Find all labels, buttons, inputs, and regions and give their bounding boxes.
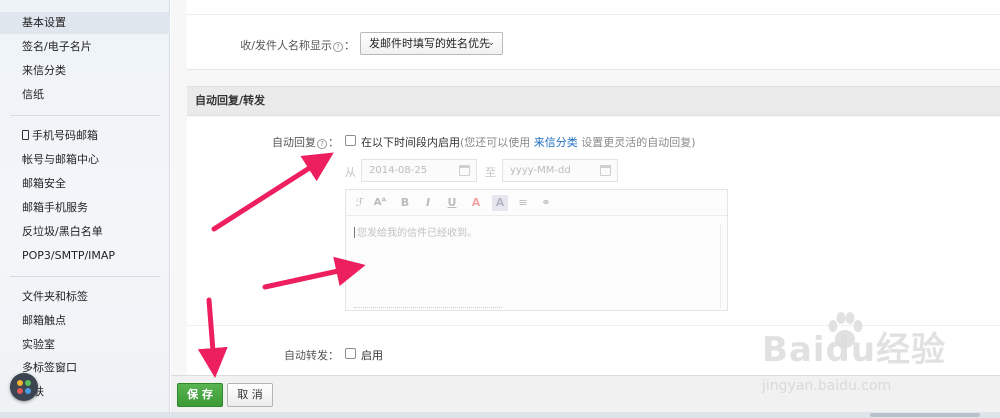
colon: ：	[328, 349, 339, 362]
calendar-icon	[459, 165, 470, 176]
cancel-button[interactable]: 取 消	[227, 383, 273, 407]
select-value: 发邮件时填写的姓名优先	[369, 37, 490, 50]
auto-forward-label: 自动转发：	[235, 347, 339, 363]
editor-toolbar: ℱ Aᴬ B I U A A ≡ ⚭	[346, 190, 727, 216]
underline-icon[interactable]: U	[444, 195, 460, 211]
app-dot-icon	[25, 380, 31, 386]
sidebar-item-basic-settings[interactable]: 基本设置	[0, 12, 170, 34]
help-icon[interactable]: ?	[317, 139, 327, 149]
scrollbar-thumb[interactable]	[870, 413, 980, 417]
horizontal-scrollbar[interactable]	[0, 412, 1000, 418]
start-date-value: 2014-08-25	[369, 165, 428, 176]
label-text: 自动转发	[284, 349, 328, 362]
app-dot-icon	[25, 388, 31, 394]
sidebar-item-mobile-service[interactable]: 邮箱手机服务	[0, 197, 170, 219]
app-launcher-button[interactable]	[10, 373, 38, 401]
mail-filters-link[interactable]: 来信分类	[534, 136, 578, 149]
sidebar-item-folders-tags[interactable]: 文件夹和标签	[0, 286, 170, 308]
end-date-input[interactable]: yyyy-MM-dd	[502, 159, 618, 182]
sidebar-item-mailbox-security[interactable]: 邮箱安全	[0, 173, 170, 195]
sidebar-item-signature[interactable]: 签名/电子名片	[0, 36, 170, 58]
editor-resize-handle[interactable]	[354, 307, 502, 308]
sidebar-item-account-center[interactable]: 帐号与邮箱中心	[0, 149, 170, 171]
colon: ：	[328, 136, 339, 149]
sidebar-item-stationery[interactable]: 信纸	[0, 84, 170, 106]
section-title: 自动回复/转发	[187, 86, 1000, 116]
sidebar-item-label: 手机号码邮箱	[32, 129, 98, 142]
hint-text: (您还可以使用	[460, 136, 531, 149]
sidebar-item-mail-filters[interactable]: 来信分类	[0, 60, 170, 82]
start-date-input[interactable]: 2014-08-25	[361, 159, 477, 182]
auto-reply-checkbox[interactable]	[345, 135, 356, 146]
colon: ：	[344, 39, 355, 52]
end-date-placeholder: yyyy-MM-dd	[510, 165, 571, 176]
auto-reply-label: 自动回复?：	[235, 134, 339, 150]
text-color-icon[interactable]: A	[468, 195, 484, 211]
help-icon[interactable]: ?	[333, 42, 343, 52]
label-text: 收/发件人名称显示	[240, 39, 332, 52]
hint-text: 设置更灵活的自动回复)	[581, 136, 696, 149]
sidebar-item-touchpoints[interactable]: 邮箱触点	[0, 310, 170, 332]
calendar-icon	[600, 165, 611, 176]
editor-scrollbar[interactable]	[720, 224, 721, 308]
sidebar-item-phone-mailbox[interactable]: 手机号码邮箱	[0, 125, 170, 147]
align-icon[interactable]: ≡	[515, 195, 531, 211]
background-color-icon[interactable]: A	[492, 195, 508, 211]
watermark-brand: Baidu经验	[762, 330, 947, 370]
save-button[interactable]: 保 存	[177, 383, 223, 407]
chevron-down-icon: ⌄	[487, 38, 495, 48]
italic-icon[interactable]: I	[420, 195, 436, 211]
sender-display-panel: 收/发件人名称显示?： 发邮件时填写的姓名优先 ⌄	[187, 0, 1000, 70]
sender-display-select[interactable]: 发邮件时填写的姓名优先 ⌄	[360, 32, 503, 55]
font-family-icon[interactable]: ℱ	[352, 195, 368, 211]
label-text: 自动回复	[272, 136, 316, 149]
sidebar-item-anti-spam[interactable]: 反垃圾/黑白名单	[0, 221, 170, 243]
sidebar-divider	[10, 115, 160, 116]
sidebar-divider	[10, 276, 160, 277]
bold-icon[interactable]: B	[397, 195, 413, 211]
phone-icon	[22, 130, 29, 140]
watermark-url: jingyan.baidu.com	[762, 378, 892, 394]
font-size-icon[interactable]: Aᴬ	[372, 195, 388, 211]
sidebar-item-pop3-smtp-imap[interactable]: POP3/SMTP/IMAP	[0, 245, 170, 267]
settings-sidebar: 基本设置 签名/电子名片 来信分类 信纸 手机号码邮箱 帐号与邮箱中心 邮箱安全…	[0, 0, 170, 412]
auto-reply-checkbox-label[interactable]: 在以下时间段内启用	[361, 134, 460, 150]
divider	[187, 14, 1000, 15]
auto-reply-hint: (您还可以使用 来信分类 设置更灵活的自动回复)	[460, 134, 696, 150]
editor-placeholder: 您发给我的信件已经收到。	[354, 224, 477, 239]
sidebar-item-lab[interactable]: 实验室	[0, 334, 170, 356]
auto-forward-checkbox[interactable]	[345, 348, 356, 359]
auto-reply-editor[interactable]: ℱ Aᴬ B I U A A ≡ ⚭ 您发给我的信件已经收到。	[345, 189, 728, 311]
app-dot-icon	[17, 388, 23, 394]
link-icon[interactable]: ⚭	[538, 195, 554, 211]
auto-forward-checkbox-label[interactable]: 启用	[361, 347, 383, 363]
sender-display-label: 收/发件人名称显示?：	[217, 37, 355, 53]
from-label: 从	[345, 166, 356, 179]
app-dot-icon	[17, 380, 23, 386]
to-label: 至	[485, 166, 496, 179]
